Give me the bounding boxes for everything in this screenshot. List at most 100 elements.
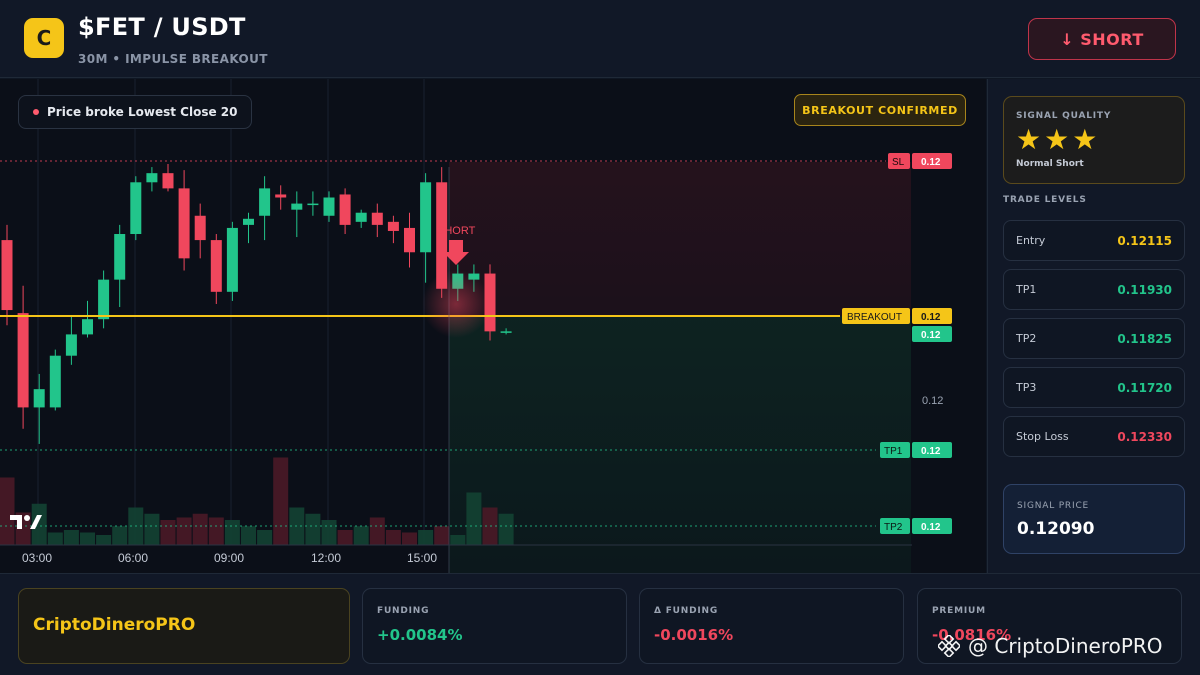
funding-value: +0.0084% [377,626,463,644]
level-value: 0.12330 [1117,430,1172,444]
volume-bar [47,532,63,545]
x-tick-0600: 06:00 [118,551,148,565]
signal-quality-card: SIGNAL QUALITY ★★★ Normal Short [1003,96,1185,184]
level-value: 0.11825 [1117,332,1172,346]
candle-body [371,212,383,225]
candle-body [146,173,158,183]
volume-bar [450,535,466,545]
delta-funding-label: Δ FUNDING [654,606,719,616]
volume-bar [418,530,434,545]
candle-body [17,313,29,408]
pair-title: $FET / USDT [78,13,246,41]
breakout-tag-text: BREAKOUT [847,312,902,323]
volume-bar [96,535,112,545]
volume-bar [160,520,176,545]
volume-bar [321,520,337,545]
volume-bar [208,517,224,545]
tp1-tag-text: TP1 [884,446,903,457]
volume-bar [63,530,79,545]
stop-loss-zone [449,162,911,316]
trade-levels-title: TRADE LEVELS [1003,195,1087,205]
candle-body [291,203,303,210]
level-entry[interactable]: Entry 0.12115 [1003,220,1185,261]
short-signal-label: SHORT [437,225,476,237]
candle-body [355,212,367,222]
candle-body [259,188,271,216]
funding-card: FUNDING +0.0084% [362,588,627,664]
candle-body [33,389,45,408]
alert-dot-icon [33,109,39,115]
candle-body [178,188,190,259]
volume-bar [353,526,369,545]
signal-quality-label: SIGNAL QUALITY [1016,111,1112,121]
candle-body [387,221,399,231]
vertical-grid [37,79,425,545]
sl-tag-text: SL [892,157,905,168]
volume-bar [337,530,353,545]
star-rating-icon: ★★★ [1016,123,1101,156]
candle-body [243,218,254,225]
level-name: Stop Loss [1016,430,1069,443]
candle-body [307,203,319,206]
volume-bar [0,477,15,545]
watermark: @ CriptoDineroPRO [938,634,1163,658]
target-zone [449,316,911,573]
volume-bar [369,517,385,545]
signal-quality-desc: Normal Short [1016,159,1084,169]
volume-bar [434,526,450,545]
candle-body [500,331,512,333]
candle-body [323,197,335,216]
candle-body [226,227,238,292]
premium-label: PREMIUM [932,606,986,616]
candle-body [130,182,142,235]
volume-bar [224,520,240,545]
level-value: 0.11930 [1117,283,1172,297]
delta-funding-value: -0.0016% [654,626,734,644]
volume-bar [192,513,208,545]
x-tick-0900: 09:00 [214,551,244,565]
level-tp1[interactable]: TP1 0.11930 [1003,269,1185,310]
candle-body [420,182,432,253]
volume-bar [80,532,95,545]
candle-body [114,234,126,280]
timeframe-subtitle: 30M • IMPULSE BREAKOUT [78,52,268,66]
signal-price-card: SIGNAL PRICE 0.12090 [1003,484,1185,554]
funding-label: FUNDING [377,606,430,616]
signal-panel: SIGNAL QUALITY ★★★ Normal Short TRADE LE… [987,79,1200,573]
volume-bar [257,530,273,545]
sl-price-text: 0.12 [921,157,941,168]
x-tick-0300: 03:00 [22,551,52,565]
brand-card: CriptoDineroPRO [18,588,350,664]
x-tick-1500: 15:00 [407,551,437,565]
volume-bar [385,530,401,545]
price-axis-tick: 0.12 [922,395,943,407]
current-price-text: 0.12 [921,330,941,341]
signal-price-value: 0.12090 [1017,519,1095,539]
header: C $FET / USDT 30M • IMPULSE BREAKOUT ↓ S… [0,0,1200,78]
volume-bar [112,526,128,545]
x-tick-1200: 12:00 [311,551,341,565]
tp2-price-text: 0.12 [921,522,941,533]
level-name: TP3 [1016,381,1037,394]
level-stop-loss[interactable]: Stop Loss 0.12330 [1003,416,1185,457]
footer: CriptoDineroPRO FUNDING +0.0084% Δ FUNDI… [0,573,1200,675]
level-name: TP2 [1016,332,1037,345]
watermark-text: @ CriptoDineroPRO [968,634,1163,658]
level-tp3[interactable]: TP3 0.11720 [1003,367,1185,408]
volume-bar [305,513,321,545]
price-chart[interactable]: SHORT SL 0.12 BREAKOUT 0.12 0.12 0.12 TP… [0,79,986,573]
tp2-tag-text: TP2 [884,522,903,533]
volume-bar [241,526,256,545]
binance-icon [938,635,960,657]
volume-bar [466,492,482,545]
short-button[interactable]: ↓ SHORT [1028,18,1176,60]
level-tp2[interactable]: TP2 0.11825 [1003,318,1185,359]
candle-body [1,240,13,311]
coin-logo-icon: C [24,18,64,58]
candle-body [82,319,93,335]
tp1-price-text: 0.12 [921,446,941,457]
volume-bar [273,457,289,545]
breakout-info-pill: Price broke Lowest Close 20 [18,95,253,129]
candle-body [404,227,415,253]
candle-body [194,215,206,241]
